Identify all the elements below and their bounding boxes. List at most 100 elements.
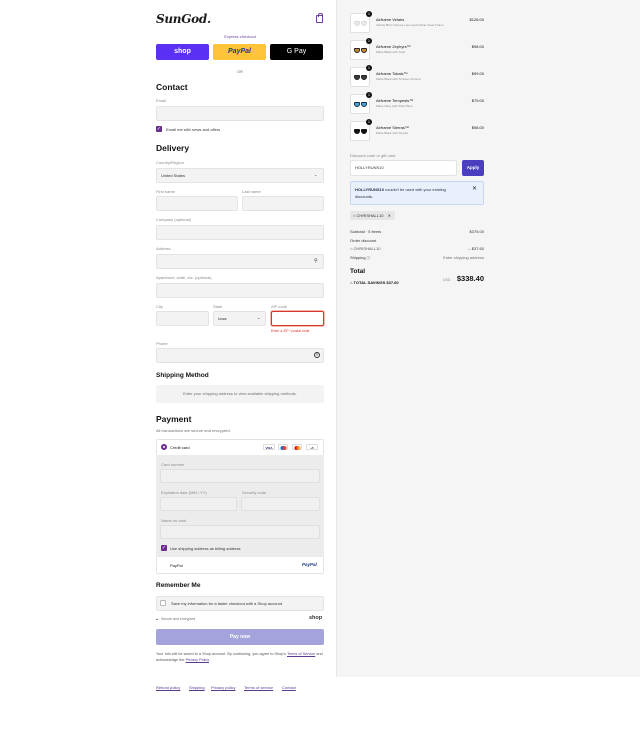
item-name: Airframe Tokais™ [376,71,408,76]
city-label: City [156,304,163,309]
secure-encrypted-label: Secure and encrypted [161,617,196,621]
total-savings-row: ⌂︎ TOTAL SAVINGS $37.60 [350,280,399,285]
paypal-option-label[interactable]: PayPal [170,563,183,568]
expiry-field[interactable] [160,497,237,511]
save-info-label: Save my information for a faster checkou… [171,601,282,606]
chevron-down-icon: ⌄ [314,172,318,177]
shipping-row: Shipping ⓘ [350,255,370,261]
lens-shape [354,21,360,26]
visa-icon: VISA [263,444,275,450]
shopping-bag-icon[interactable] [316,13,323,23]
phone-field[interactable] [156,348,324,363]
first-name-field[interactable] [156,196,238,211]
subtotal-value: $376.00 [469,229,484,234]
discount-code-field[interactable]: HOLLYRUNS10 [350,160,457,176]
item-price: $126.00 [469,17,484,22]
email-field[interactable] [156,106,324,121]
item-price: $79.00 [471,98,484,103]
lens-shape [361,102,367,107]
item-variant: Matte Black with Smoke [376,131,409,135]
sunglasses-image [354,21,367,26]
terms-text: Your info will be saved to a Shop accoun… [156,651,324,663]
item-price: $99.00 [471,71,484,76]
country-select[interactable]: United States [156,168,324,183]
savings-value: $37.60 [386,280,399,285]
quantity-badge: 1 [366,65,372,71]
google-pay-button[interactable]: G Pay [270,44,323,60]
zip-error-message: Enter a ZIP / postal code [271,329,310,333]
item-variant: Velaris 8KO Chrome Lens and Infinite Cle… [376,23,444,27]
total-currency: USD [443,278,451,282]
lens-shape [361,21,367,26]
zip-label: ZIP code [271,304,287,309]
apartment-label: Apartment, suite, etc. (optional) [156,275,212,280]
footer-link-refund[interactable]: Refund policy [156,685,180,690]
shipping-value: Enter shipping address [443,255,484,260]
pay-now-button[interactable]: Pay now [156,629,324,645]
item-name: Airframe Sierras™ [376,125,409,130]
footer-link-contact[interactable]: Contact [282,685,296,690]
company-field[interactable] [156,225,324,240]
terms-of-service-link[interactable]: Terms of Service [287,652,315,656]
footer-link-privacy[interactable]: Privacy policy [211,685,235,690]
footer-link-shipping[interactable]: Shipping [189,685,205,690]
close-icon[interactable]: ✕ [472,185,477,192]
lens-shape [354,48,360,53]
zip-field[interactable] [271,311,324,326]
delivery-heading: Delivery [156,143,190,153]
paypal-button[interactable]: PayPal [213,44,266,60]
lens-shape [354,75,360,80]
name-on-card-field[interactable] [160,525,320,539]
quantity-badge: 1 [366,92,372,98]
or-divider: OR [237,69,243,74]
address-label: Address [156,246,171,251]
applied-discount-code: CHRISHALL10 [356,213,384,218]
apply-button[interactable]: Apply [462,160,484,176]
sunglasses-image [354,102,367,107]
search-icon: ⚲ [314,258,318,264]
address-field[interactable] [156,254,324,269]
discount-alert-text: HOLLYRUNS10 couldn't be used with your e… [355,186,465,200]
security-code-field[interactable] [241,497,320,511]
newsletter-checkbox[interactable]: ✓ [156,126,162,132]
state-label: State [213,304,223,309]
country-label: Country/Region [156,160,184,165]
maestro-icon [278,444,288,450]
help-icon[interactable]: ? [314,352,320,358]
savings-label: TOTAL SAVINGS [353,280,386,285]
express-checkout-label: Express checkout [224,34,256,39]
terms-end: . [208,658,210,662]
email-label: Email [156,98,167,103]
info-icon[interactable]: ⓘ [367,256,371,260]
shop-pay-button[interactable]: shop [156,44,209,60]
billing-same-checkbox[interactable]: ✓ [161,545,167,551]
sungod-logo[interactable]: SunGod. [156,12,211,26]
more-cards-icon: +5 [306,444,318,450]
security-code-label: Security code [242,490,267,495]
credit-card-radio[interactable] [161,444,167,450]
item-variant: Matte Navy with Silver Blue [376,104,413,108]
name-on-card-label: Name on card [161,518,187,523]
city-field[interactable] [156,311,209,326]
quantity-badge: 1 [366,38,372,44]
item-name: Airframe Tempests™ [376,98,414,103]
card-number-field[interactable] [160,469,320,483]
total-label: Total [350,268,366,275]
contact-heading: Contact [156,82,188,92]
footer-link-terms[interactable]: Terms of service [244,685,273,690]
lens-shape [361,75,367,80]
lock-icon: 🔒︎ [156,617,158,621]
last-name-field[interactable] [242,196,324,211]
lens-shape [361,48,367,53]
total-value: $338.40 [456,274,484,283]
save-info-checkbox[interactable] [160,600,166,606]
card-number-label: Card number [161,462,185,467]
newsletter-label: Email me with news and offers [166,127,221,132]
last-name-label: Last name [242,189,261,194]
apartment-field[interactable] [156,283,324,298]
remove-discount-icon[interactable]: ✕ [388,213,391,218]
subtotal-label: Subtotal · 5 items [350,229,382,234]
shipping-method-heading: Shipping Method [156,372,209,379]
privacy-policy-link[interactable]: Privacy Policy [186,658,209,662]
sunglasses-image [354,48,367,53]
